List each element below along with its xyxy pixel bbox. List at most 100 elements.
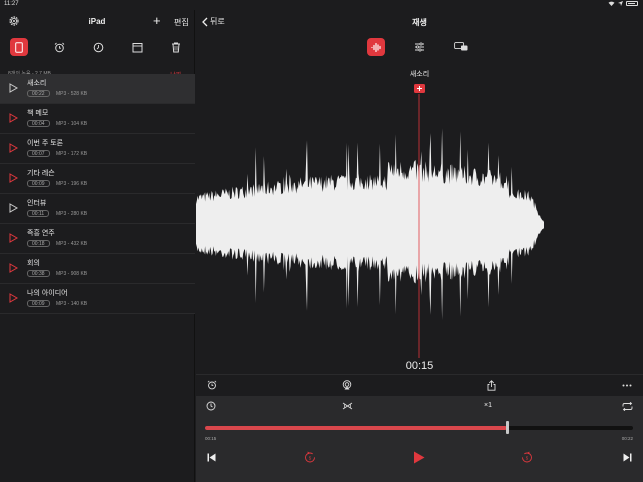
play-icon[interactable] (9, 233, 18, 243)
total-time: 00:22 (621, 436, 633, 441)
list-item[interactable]: 나의 아이디어 00:09 MP3 - 140 KB (0, 284, 195, 314)
device-recordings-button[interactable] (10, 38, 28, 56)
recording-duration: 00:04 (27, 120, 50, 127)
list-item[interactable]: 회의 00:38 MP3 - 908 KB (0, 254, 195, 284)
skip-back-icon (207, 453, 215, 461)
progress-fill (205, 426, 507, 430)
recording-name: 나의 아이디어 (27, 290, 68, 297)
timer-button[interactable] (89, 38, 107, 56)
play-icon[interactable] (9, 263, 18, 273)
list-item[interactable]: 책 메모 00:04 MP3 - 104 KB (0, 104, 195, 134)
recording-duration: 00:07 (27, 150, 50, 157)
status-icons (608, 1, 638, 6)
speech-bubble-icon (454, 42, 468, 51)
play-icon[interactable] (9, 203, 18, 213)
recording-name: 인터뷰 (27, 200, 47, 207)
page-title: 재생 (412, 18, 427, 27)
play-icon[interactable] (9, 143, 18, 153)
svg-text:5: 5 (309, 455, 312, 460)
play-icon[interactable] (9, 173, 18, 183)
device-icon (15, 41, 23, 53)
timer-icon (206, 401, 216, 411)
fast-forward-button[interactable]: 5 (520, 450, 534, 464)
player-toolbar (196, 34, 643, 62)
svg-text:5: 5 (526, 455, 529, 460)
battery-icon (626, 1, 638, 6)
waveform-icon (370, 42, 381, 52)
recording-duration: 00:22 (27, 90, 50, 97)
recording-info: MP3 - 140 KB (56, 301, 88, 307)
recording-name: 새소리 (27, 80, 47, 87)
recording-duration: 00:09 (27, 300, 50, 307)
waveform-shape (196, 128, 544, 320)
forward-icon: 5 (522, 451, 532, 463)
recording-duration: 00:09 (27, 180, 50, 187)
share-button[interactable] (485, 379, 497, 391)
alarm-icon (207, 380, 217, 390)
skip-to-end-button[interactable] (621, 451, 633, 463)
list-item[interactable]: 즉흥 연주 00:18 MP3 - 432 KB (0, 224, 195, 254)
recording-name: 회의 (27, 260, 40, 267)
scissors-icon (342, 402, 352, 410)
playback-speed-button[interactable]: ×1 (484, 402, 492, 409)
status-time: 11:27 (4, 1, 19, 7)
sleep-timer-button[interactable] (205, 400, 217, 412)
rewind-button[interactable]: 5 (303, 450, 317, 464)
add-recording-button[interactable]: + (153, 13, 161, 28)
list-item[interactable]: 기타 레슨 00:09 MP3 - 196 KB (0, 164, 195, 194)
waveform[interactable] (196, 80, 643, 370)
clock-icon (93, 42, 103, 52)
sliders-icon (414, 42, 424, 52)
playback-controls: ×1 00:15 00:22 5 5 (196, 396, 643, 482)
sidebar-nav-bar: iPad + 편집 (0, 10, 194, 34)
airplay-icon (342, 380, 352, 390)
recording-info: MP3 - 432 KB (56, 241, 88, 247)
list-item[interactable]: 새소리 00:22 MP3 - 528 KB (0, 74, 195, 104)
recording-info: MP3 - 104 KB (56, 121, 88, 127)
play-icon[interactable] (9, 83, 18, 93)
recording-duration: 00:11 (27, 210, 50, 217)
trash-icon (172, 42, 180, 52)
play-button[interactable] (411, 449, 427, 465)
play-icon[interactable] (9, 113, 18, 123)
player-panel: 뒤로 재생 새소리 00:15 ×1 00:15 00:22 5 5 (196, 10, 643, 482)
airplay-button[interactable] (341, 379, 353, 391)
recording-duration: 00:18 (27, 240, 50, 247)
secondary-toolbar (196, 374, 643, 396)
recording-name: 즉흥 연주 (27, 230, 55, 237)
elapsed-time: 00:15 (205, 436, 217, 441)
recording-info: MP3 - 172 KB (56, 151, 88, 157)
rewind-icon: 5 (305, 451, 315, 463)
recording-name: 책 메모 (27, 110, 49, 117)
ellipsis-icon (622, 384, 632, 386)
share-icon (487, 379, 495, 391)
list-item[interactable]: 이번 주 토론 00:07 MP3 - 172 KB (0, 134, 195, 164)
equalizer-button[interactable] (410, 38, 428, 56)
recording-info: MP3 - 528 KB (56, 91, 88, 97)
alarm-icon (54, 42, 64, 52)
play-icon[interactable] (9, 293, 18, 303)
list-item[interactable]: 인터뷰 00:11 MP3 - 280 KB (0, 194, 195, 224)
alarm-button[interactable] (206, 379, 218, 391)
recording-duration: 00:38 (27, 270, 50, 277)
recording-info: MP3 - 196 KB (56, 181, 88, 187)
trim-button[interactable] (340, 400, 354, 412)
skip-to-start-button[interactable] (205, 451, 217, 463)
edit-button[interactable]: 편집 (174, 17, 189, 28)
progress-slider[interactable] (205, 421, 633, 434)
sidebar-title: iPad (88, 17, 106, 26)
progress-thumb[interactable] (505, 421, 509, 434)
current-time: 00:15 (405, 360, 434, 372)
play-icon (414, 451, 425, 463)
skip-forward-icon (623, 453, 631, 461)
recording-info: MP3 - 908 KB (56, 271, 88, 277)
trash-button[interactable] (167, 38, 185, 56)
calendar-button[interactable] (128, 38, 146, 56)
repeat-button[interactable] (620, 400, 634, 412)
wifi-icon (608, 1, 615, 6)
more-button[interactable] (620, 379, 634, 391)
recording-title: 새소리 (409, 71, 430, 78)
waveform-view-button[interactable] (367, 38, 385, 56)
transcription-button[interactable] (452, 38, 470, 56)
alarm-button[interactable] (50, 38, 68, 56)
